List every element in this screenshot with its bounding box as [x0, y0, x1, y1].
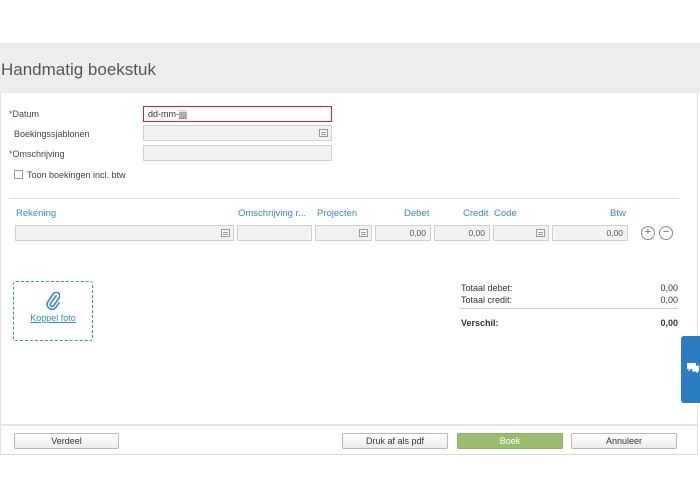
- paperclip-icon: [46, 292, 60, 310]
- column-header-projecten: Projecten: [317, 208, 358, 219]
- add-row-button[interactable]: +: [641, 226, 655, 240]
- datum-label: *Datum: [9, 109, 40, 119]
- attach-photo-link[interactable]: Koppel foto: [14, 313, 92, 323]
- totals-divider: [459, 308, 678, 309]
- rekening-select[interactable]: [15, 225, 234, 241]
- list-picker-icon[interactable]: [359, 229, 368, 237]
- column-header-debet: Debet: [404, 208, 430, 219]
- form-panel: [0, 93, 698, 455]
- annuleer-button[interactable]: Annuleer: [571, 433, 677, 449]
- chat-side-tab[interactable]: [681, 336, 700, 403]
- incl-btw-checkbox[interactable]: [14, 170, 23, 179]
- column-header-code: Code: [494, 208, 517, 219]
- boek-button[interactable]: Boek: [457, 433, 563, 449]
- column-header-rekening: Rekening: [16, 208, 57, 219]
- code-select[interactable]: [493, 225, 549, 241]
- verschil-label: Verschil:: [461, 318, 499, 328]
- omschrijving-label: *Omschrijving: [9, 149, 65, 159]
- print-pdf-button[interactable]: Druk af als pdf: [342, 433, 448, 449]
- datum-input[interactable]: dd-mm-jjjj: [143, 106, 332, 122]
- omschrijving-row-input[interactable]: [237, 225, 312, 241]
- footer-divider: [0, 424, 698, 426]
- attach-photo-dropzone[interactable]: Koppel foto: [13, 281, 93, 341]
- page-header: Handmatig boekstuk: [0, 43, 700, 93]
- chat-icon: [687, 363, 699, 374]
- projecten-select[interactable]: [315, 225, 372, 241]
- incl-btw-label: Toon boekingen incl. btw: [27, 170, 126, 180]
- verdeel-button[interactable]: Verdeel: [14, 433, 119, 449]
- btw-input[interactable]: 0,00: [552, 225, 628, 241]
- total-credit-value: 0,00: [660, 295, 678, 305]
- sjablonen-label: Boekingssjablonen: [14, 129, 90, 139]
- credit-input[interactable]: 0,00: [434, 225, 490, 241]
- page-title: Handmatig boekstuk: [1, 60, 156, 79]
- omschrijving-input[interactable]: [143, 145, 332, 161]
- total-debet-label: Totaal debet:: [461, 283, 513, 293]
- list-picker-icon[interactable]: [536, 229, 545, 237]
- list-picker-icon[interactable]: [221, 229, 230, 237]
- section-divider: [10, 198, 678, 199]
- total-credit-label: Totaal credit:: [461, 295, 513, 305]
- top-bar: [0, 0, 700, 43]
- remove-row-button[interactable]: −: [659, 226, 673, 240]
- column-header-omschrijving: Omschrijving r...: [238, 208, 307, 219]
- column-header-btw: Btw: [610, 208, 626, 219]
- list-picker-icon[interactable]: [319, 129, 328, 137]
- sjablonen-select[interactable]: [143, 125, 332, 141]
- column-header-credit: Credit: [463, 208, 489, 219]
- total-debet-value: 0,00: [660, 283, 678, 293]
- verschil-value: 0,00: [660, 318, 678, 328]
- debet-input[interactable]: 0,00: [375, 225, 431, 241]
